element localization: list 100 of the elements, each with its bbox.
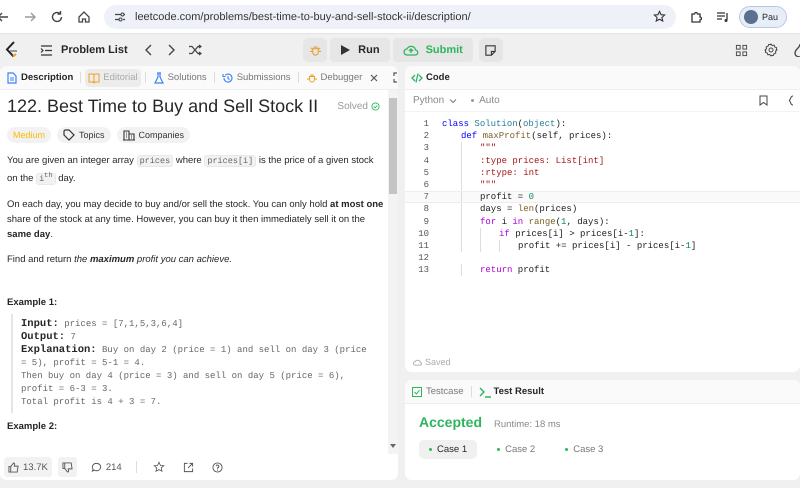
home-icon[interactable] (77, 10, 91, 24)
scroll-down-arrow-icon[interactable] (390, 444, 396, 448)
address-bar[interactable]: leetcode.com/problems/best-time-to-buy-and-sell-stock-ii/description/ (104, 4, 676, 28)
chevron-down-icon (449, 98, 458, 104)
language-dropdown[interactable]: Python (413, 95, 458, 106)
media-icon[interactable] (716, 10, 730, 24)
auto-mode-toggle[interactable]: Auto (471, 95, 500, 106)
case-tab[interactable]: Case 1 (419, 440, 478, 459)
cloud-icon (413, 358, 422, 366)
line-number: 2 (422, 131, 429, 142)
back-icon[interactable] (0, 10, 10, 24)
tab[interactable]: Solutions (150, 68, 210, 86)
bookmark-icon[interactable] (759, 95, 768, 106)
case-tab[interactable]: Case 2 (487, 440, 546, 459)
example-text: Output: 7 (21, 330, 77, 344)
document-icon (6, 72, 18, 84)
scrollbar[interactable] (388, 90, 398, 454)
note-icon (484, 44, 498, 56)
companies-button[interactable]: Companies (116, 127, 190, 143)
tag-icon (63, 129, 76, 141)
runtime-text: Runtime: 18 ms (494, 419, 561, 430)
description-paragraph: On each day, you may decide to buy and/or sell the stock. You can only hold at most one share of the stock at any time. However, you can buy it then immediately sell it on the same day. (7, 198, 384, 242)
tab[interactable]: Code (408, 68, 453, 86)
solved-status: Solved (337, 101, 368, 112)
line-number: 5 (422, 168, 429, 178)
code-line[interactable]: :type prices: List[int] (480, 156, 604, 166)
logo-icon[interactable] (4, 41, 20, 59)
tab[interactable]: Test Result (476, 382, 548, 400)
dislike-button[interactable] (58, 457, 77, 477)
like-button[interactable]: 13.7K (4, 457, 52, 477)
forward-icon[interactable] (23, 10, 37, 24)
comments-button[interactable]: 214 (86, 457, 126, 477)
code-line[interactable]: :rtype: int (480, 168, 540, 178)
comment-icon (90, 462, 102, 472)
tab[interactable]: Description (3, 68, 76, 86)
line-number: 12 (417, 253, 429, 264)
case-tab[interactable]: Case 3 (555, 440, 614, 459)
site-settings-icon[interactable] (114, 10, 126, 22)
extensions-icon[interactable] (689, 10, 703, 24)
code-line[interactable]: profit += prices[i] - prices[i-1] (518, 240, 696, 251)
line-number: 11 (417, 240, 429, 251)
line-number: 4 (422, 156, 429, 166)
tab[interactable]: Testcase (408, 382, 466, 400)
next-icon[interactable] (166, 44, 176, 56)
code-line[interactable]: """ (480, 143, 496, 154)
checkbox-icon (411, 386, 423, 398)
line-number: 10 (417, 228, 429, 239)
play-icon (340, 44, 352, 56)
check-circle-icon (371, 102, 380, 111)
scrollbar-thumb[interactable] (389, 98, 397, 194)
example-text: Explanation: Buy on day 2 (price = 1) and sell on day 3 (price = 5), profit = 5-1 = 4. (21, 344, 368, 370)
code-line[interactable]: """ (480, 180, 496, 190)
note-button[interactable] (478, 38, 503, 62)
line-number: 7 (422, 192, 429, 202)
code-line[interactable]: class Solution(object): (442, 119, 566, 130)
code-line[interactable]: return profit (480, 265, 550, 276)
example-heading: Example 2: (7, 420, 58, 432)
close-icon[interactable] (370, 74, 378, 82)
example-text: Then buy on day 4 (price = 3) and sell on day 5 (price = 6), profit = 6-3 = 3. (21, 370, 346, 396)
code-icon (411, 72, 423, 84)
saved-status: Saved (425, 357, 451, 367)
tab[interactable]: Submissions (218, 68, 294, 86)
code-line[interactable]: if prices[i] > prices[i-1]: (499, 228, 645, 239)
code-line[interactable]: profit = 0 (480, 192, 534, 202)
code-line[interactable]: for i in range(1, days): (480, 216, 610, 227)
verdict-text: Accepted (419, 414, 482, 430)
terminal-icon (478, 386, 490, 398)
braces-icon[interactable] (788, 95, 794, 106)
star-icon[interactable] (152, 461, 165, 473)
bug-icon (306, 72, 318, 84)
line-number: 9 (422, 216, 429, 227)
profile-button[interactable]: Pau (739, 6, 788, 28)
problem-list-button[interactable]: Problem List (36, 42, 132, 58)
difficulty-badge: Medium (7, 127, 52, 143)
tab[interactable]: Debugger (302, 68, 382, 86)
bookmark-star-icon[interactable] (653, 10, 666, 23)
thumbs-up-icon (8, 462, 19, 472)
reload-icon[interactable] (50, 10, 64, 24)
settings-icon[interactable] (764, 43, 778, 57)
example-text: Total profit is 4 + 3 = 7. (21, 396, 162, 409)
topics-button[interactable]: Topics (57, 127, 111, 143)
run-button[interactable]: Run (330, 38, 390, 62)
previous-icon[interactable] (144, 44, 154, 56)
line-number: 8 (422, 204, 429, 214)
code-line[interactable]: days = len(prices) (480, 204, 578, 214)
building-icon (122, 129, 135, 141)
layout-icon[interactable] (735, 44, 748, 56)
book-icon (88, 72, 100, 84)
avatar-icon (744, 10, 758, 24)
list-icon (40, 44, 53, 56)
share-icon[interactable] (182, 462, 194, 472)
shuffle-icon[interactable] (188, 44, 202, 56)
line-number: 3 (422, 143, 429, 154)
thumbs-down-icon (62, 462, 73, 472)
description-paragraph: You are given an integer array prices where prices[i] is the price of a given stock on the i$^{th}$ day. (7, 154, 374, 187)
code-line[interactable]: def maxProfit(self, prices): (461, 131, 612, 142)
help-icon[interactable] (212, 462, 223, 472)
line-number: 13 (417, 265, 429, 276)
cloud-upload-icon (402, 44, 419, 56)
url-text: leetcode.com/problems/best-time-to-buy-and-sell-stock-ii/description/ (135, 10, 472, 22)
